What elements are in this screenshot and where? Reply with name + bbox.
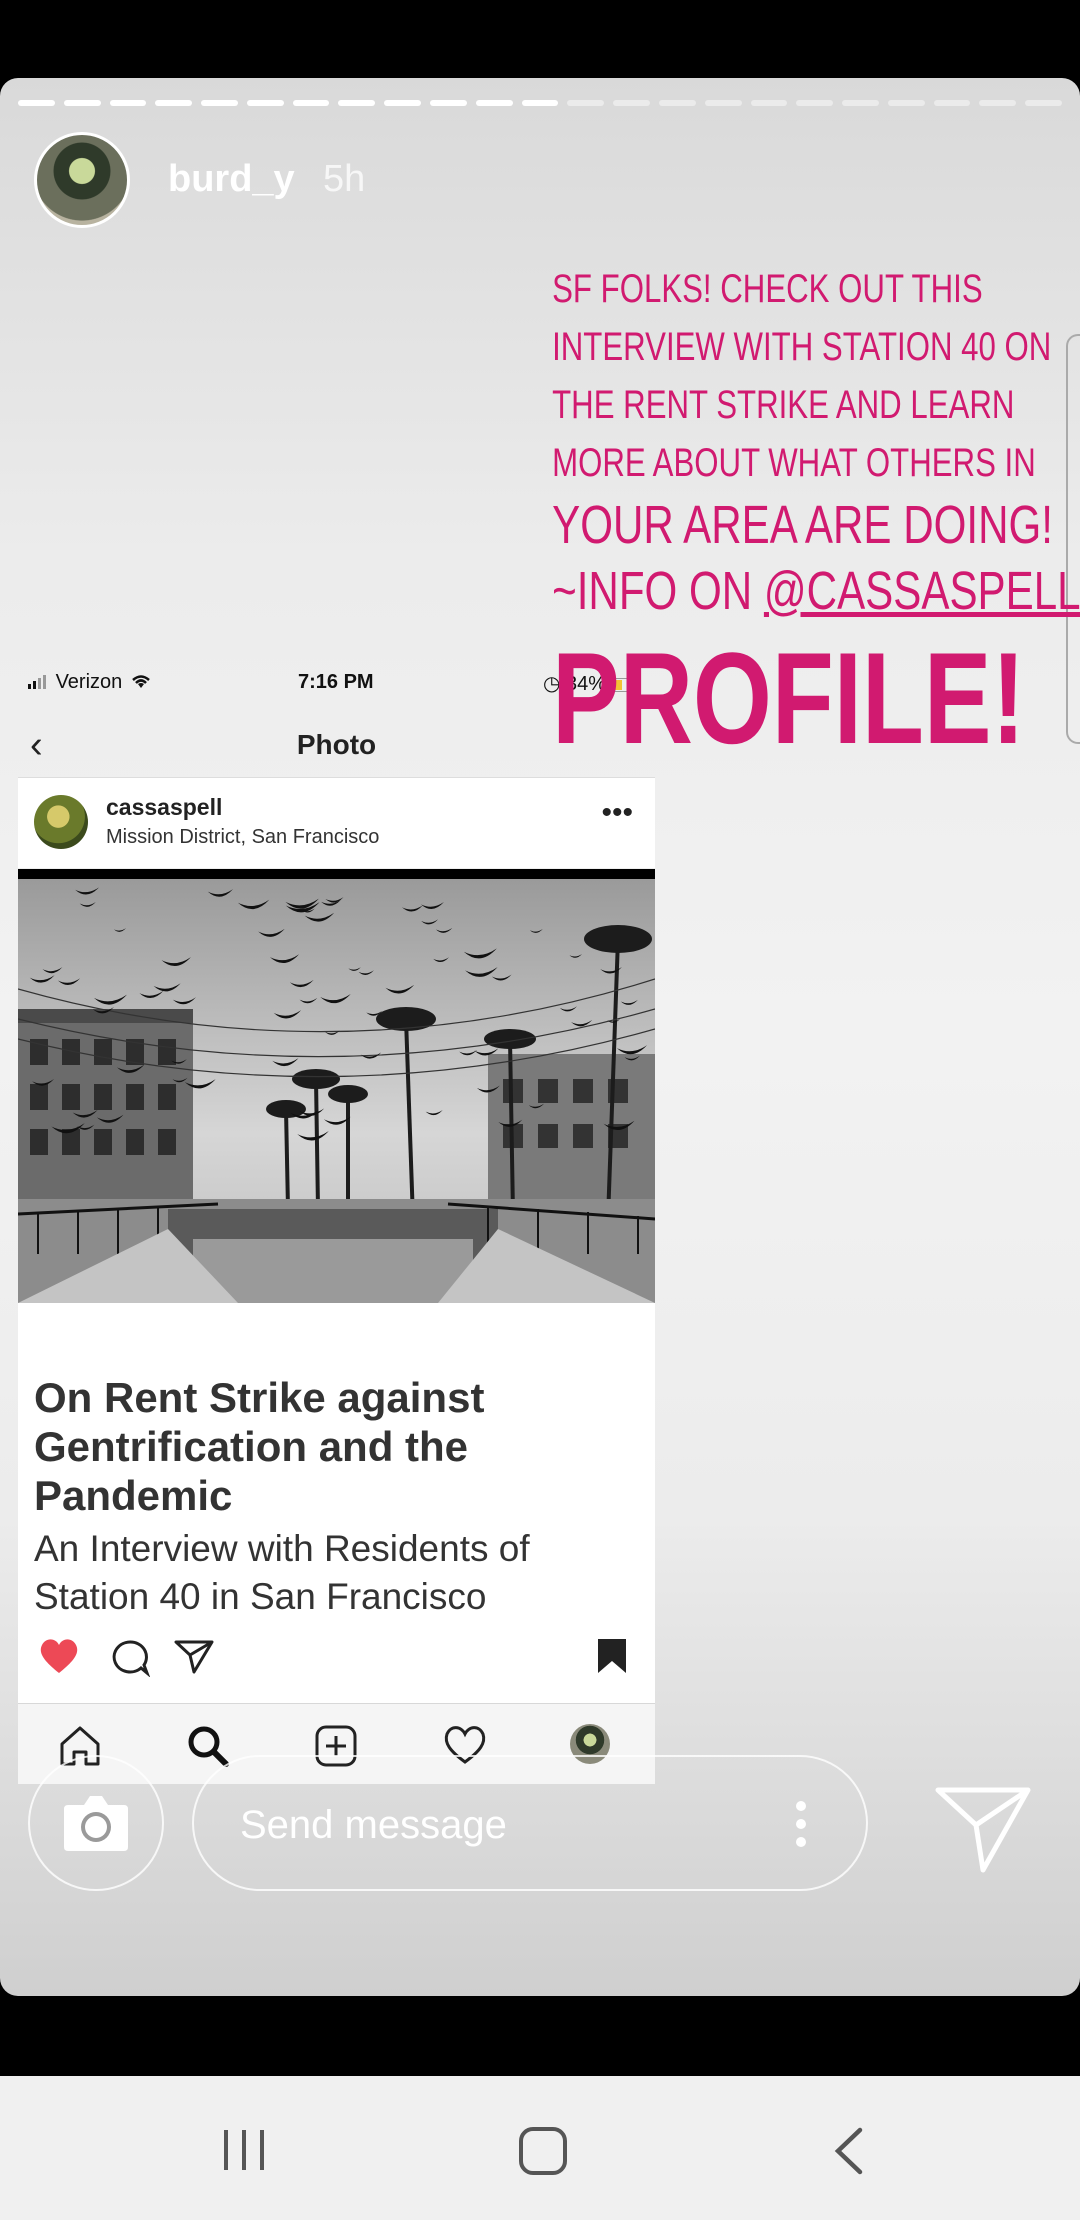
android-nav-bar: [0, 2076, 1080, 2220]
embedded-post: cassaspell Mission District, San Francis…: [17, 777, 656, 1784]
side-edge-handle[interactable]: [1066, 334, 1080, 744]
story-card[interactable]: burd_y 5h Verizon 7:16 PM ◷ 34% ‹ Photo …: [0, 78, 1080, 1996]
caption-line: INTERVIEW WITH STATION 40 ON: [552, 325, 1052, 369]
send-message-input[interactable]: Send message: [192, 1755, 868, 1891]
camera-icon: [64, 1796, 128, 1851]
post-location: Mission District, San Francisco: [106, 826, 380, 848]
progress-segment: [704, 100, 742, 106]
bookmark-icon: [598, 1639, 626, 1673]
progress-segment: [201, 100, 238, 106]
progress-segment: [475, 100, 513, 106]
back-icon[interactable]: [830, 2126, 866, 2176]
progress-segment: [109, 100, 147, 106]
progress-segment: [796, 100, 834, 106]
progress-segment: [1025, 100, 1062, 106]
wifi-icon: [132, 675, 150, 688]
caption-line: SF FOLKS! CHECK OUT THIS: [552, 267, 983, 311]
story-author-avatar[interactable]: [34, 132, 130, 228]
recent-apps-icon[interactable]: [220, 2128, 268, 2172]
caption-line-large: PROFILE!: [552, 625, 1026, 771]
story-timestamp: 5h: [323, 158, 366, 200]
search-icon: [188, 1726, 229, 1767]
post-article-card: On Rent Strike against Gentrification an…: [18, 1303, 655, 1703]
more-horizontal-icon: •••: [601, 796, 633, 829]
story-author-username[interactable]: burd_y: [168, 158, 295, 201]
post-username: cassaspell: [106, 794, 223, 820]
progress-segment: [842, 100, 879, 106]
progress-segment: [63, 100, 101, 106]
progress-segment: [567, 100, 605, 106]
post-author-avatar: [34, 795, 88, 849]
embedded-post-screenshot: Verizon 7:16 PM ◷ 34% ‹ Photo cassaspell…: [17, 653, 656, 1784]
progress-segment: [613, 100, 650, 106]
progress-segment: [979, 100, 1017, 106]
progress-segment: [658, 100, 696, 106]
signal-icon: [28, 675, 46, 689]
embedded-clock: 7:16 PM: [298, 671, 374, 693]
caption-line: THE RENT STRIKE AND LEARN: [552, 383, 1015, 427]
progress-segment: [246, 100, 284, 106]
progress-segment: [750, 100, 788, 106]
send-icon[interactable]: [928, 1770, 1038, 1880]
progress-segment: [887, 100, 925, 106]
progress-segment: [430, 100, 467, 106]
carrier-label: Verizon: [28, 671, 154, 694]
embedded-header-title: Photo: [296, 729, 377, 760]
post-photo: [17, 869, 656, 1303]
caption-line: YOUR AREA ARE DOING!: [552, 495, 1054, 555]
progress-segment: [18, 100, 55, 106]
progress-segment: [155, 100, 193, 106]
caption-line: ~INFO ON @CASSASPELL: [552, 561, 1080, 621]
article-headline: On Rent Strike against Gentrification an…: [34, 1374, 485, 1519]
story-progress-bar: [18, 100, 1062, 106]
progress-segment: [338, 100, 376, 106]
heart-icon: [40, 1639, 78, 1673]
caption-line: MORE ABOUT WHAT OTHERS IN: [552, 441, 1036, 485]
progress-segment: [933, 100, 971, 106]
progress-segment: [292, 100, 330, 106]
share-icon: [174, 1640, 214, 1674]
progress-segment: [384, 100, 422, 106]
send-message-placeholder: Send message: [240, 1803, 507, 1847]
more-vertical-icon[interactable]: [796, 1801, 806, 1847]
birds-street-photo: [17, 869, 656, 1303]
post-actions: [18, 1633, 655, 1683]
comment-icon: [112, 1640, 150, 1677]
post-header: cassaspell Mission District, San Francis…: [18, 778, 655, 869]
camera-button[interactable]: [28, 1755, 164, 1891]
embedded-back-icon: ‹: [30, 724, 43, 766]
caption-mention[interactable]: @CASSASPELL: [764, 561, 1080, 621]
home-button-icon[interactable]: [518, 2126, 568, 2176]
progress-segment: [521, 100, 559, 106]
story-caption: SF FOLKS! CHECK OUT THIS INTERVIEW WITH …: [552, 260, 1080, 771]
article-subheadline: An Interview with Residents of Station 4…: [34, 1528, 530, 1617]
